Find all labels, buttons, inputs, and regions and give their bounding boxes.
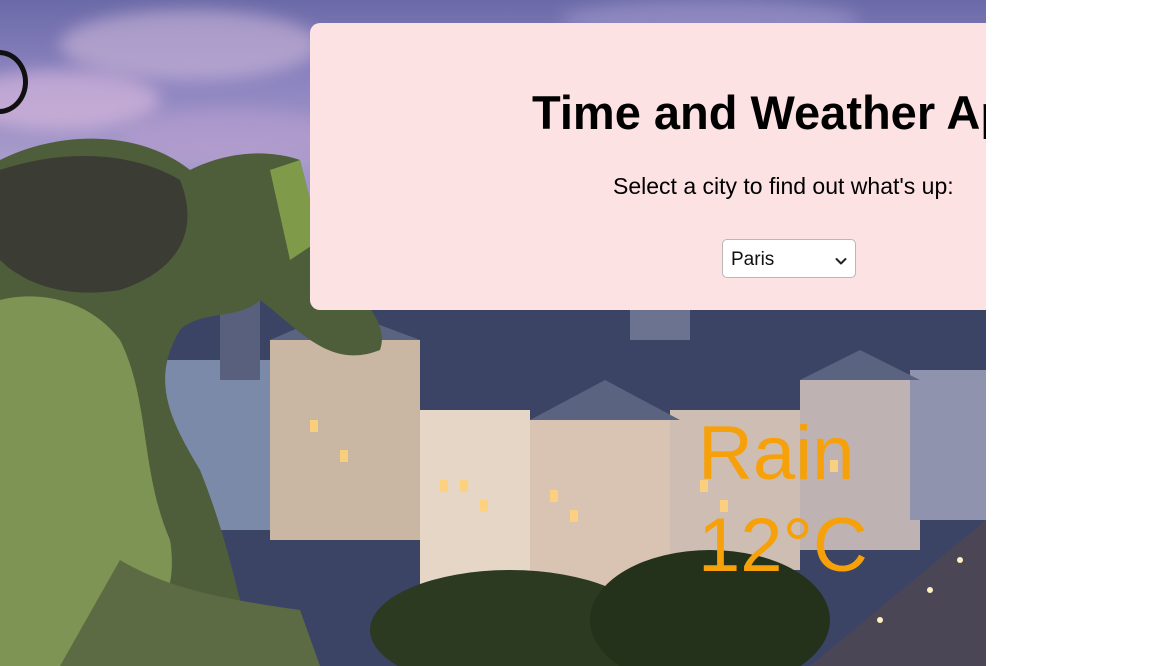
chevron-down-icon [835,253,847,271]
header-panel: Time and Weather App Select a city to fi… [310,23,986,310]
city-select[interactable]: Paris [722,239,856,278]
city-select-value: Paris [731,249,775,270]
page-subtitle: Select a city to find out what's up: [613,173,954,199]
weather-display: Rain 12°C [698,408,898,592]
page-title: Time and Weather App [532,86,986,139]
weather-temperature: 12°C [698,503,868,588]
weather-condition: Rain [698,411,855,496]
browser-viewport: Time and Weather App Select a city to fi… [0,0,986,666]
